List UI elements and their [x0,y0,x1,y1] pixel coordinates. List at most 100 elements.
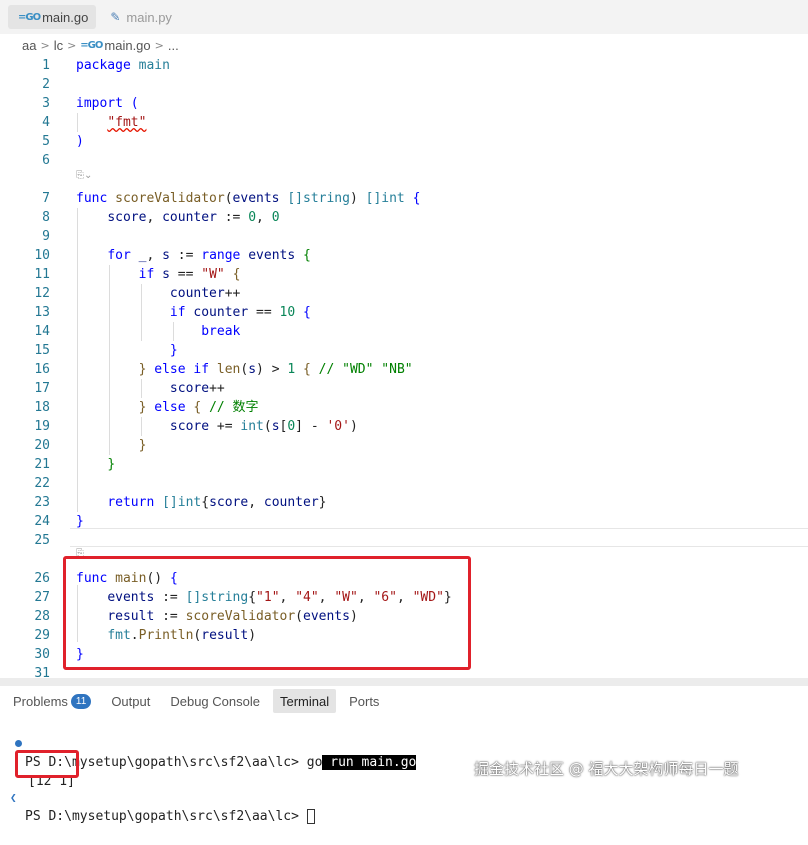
code-editor[interactable]: ⎘⌄ ⎘ 1 package main 2 3 import (4 "fmt" 5) 6 7 f… [0,56,808,681]
code-line[interactable]: 17 score++ [0,379,808,398]
code-text: } else { // 数字 [138,400,259,415]
code-text: events := []string{"1", "4", "W", "6", "… [107,590,452,605]
line-number: 6 [42,153,50,168]
code-line[interactable]: 11 if s == "W" { [0,265,808,284]
line-number: 28 [34,609,50,624]
breadcrumb-folder-lc[interactable]: lc [54,38,63,53]
code-text: fmt.Println(result) [107,628,257,643]
code-line[interactable]: 2 [0,75,808,94]
code-line[interactable]: 30} [0,645,808,664]
command-status-dot-icon[interactable] [15,740,22,747]
code-line[interactable]: 18 } else { // 数字 [0,398,808,417]
code-line[interactable]: 24} [0,512,808,531]
line-number: 15 [34,343,50,358]
line-number: 26 [34,571,50,586]
line-number: 3 [42,96,50,111]
breadcrumb-folder-aa[interactable]: aa [22,38,36,53]
tab-label: Output [111,693,151,709]
code-text: if s == "W" { [138,267,241,282]
tab-output[interactable]: Output [104,689,157,713]
code-text: ) [76,134,84,149]
code-text: result := scoreValidator(events) [107,609,358,624]
code-line[interactable]: 21 } [0,455,808,474]
code-line[interactable]: 23 return []int{score, counter} [0,493,808,512]
code-line[interactable]: 1 package main [0,56,808,75]
code-text: for _, s := range events { [107,248,311,263]
editor-tab-bar: =GO main.go ✎ main.py [0,0,808,34]
line-number: 17 [34,381,50,396]
code-text: func scoreValidator(events []string) []i… [76,191,421,206]
code-text: func main() { [76,571,178,586]
tab-main-py[interactable]: ✎ main.py [100,5,180,29]
code-text: } else if len(s) > 1 { // "WD" "NB" [138,362,413,377]
line-number: 23 [34,495,50,510]
code-line[interactable]: 28 result := scoreValidator(events) [0,607,808,626]
line-number: 22 [34,476,50,491]
code-line[interactable]: 26 func main() { [0,569,808,588]
code-line[interactable]: 29 fmt.Println(result) [0,626,808,645]
line-number: 18 [34,400,50,415]
code-line[interactable]: 3 import ( [0,94,808,113]
line-number: 21 [34,457,50,472]
code-text: score += int(s[0] - '0') [169,419,358,434]
code-line[interactable]: 6 [0,151,808,170]
line-number: 25 [34,533,50,548]
tab-problems[interactable]: Problems 11 [6,689,98,713]
line-number: 2 [42,77,50,92]
code-text: } [76,514,84,529]
code-text: import ( [76,96,139,111]
tab-label: Terminal [279,693,330,709]
code-line[interactable]: 19 score += int(s[0] - '0') [0,417,808,436]
code-line[interactable]: 4 "fmt" [0,113,808,132]
line-number: 14 [34,324,50,339]
code-text: } [169,343,178,358]
go-file-icon: =GO [80,39,103,51]
panel-divider[interactable] [0,678,808,686]
code-line[interactable]: 7 func scoreValidator(events []string) []… [0,189,808,208]
tab-label: Problems [13,693,68,709]
chevron-right-icon: > [67,38,77,52]
code-text: } [107,457,116,472]
watermark-text: 掘金技术社区 @ 福大大架构师每日一题 [474,760,739,778]
tab-ports[interactable]: Ports [342,689,386,713]
code-line[interactable]: 13 if counter == 10 { [0,303,808,322]
code-line[interactable]: 27 events := []string{"1", "4", "W", "6"… [0,588,808,607]
terminal-prompt: PS D:\mysetup\gopath\src\sf2\aa\lc> [25,809,307,824]
code-line[interactable]: 9 [0,227,808,246]
line-number: 16 [34,362,50,377]
code-line[interactable]: 22 [0,474,808,493]
tab-label: Debug Console [170,693,260,709]
python-file-icon: ✎ [110,10,121,24]
terminal-line: PS D:\mysetup\gopath\src\sf2\aa\lc> go r… [0,734,808,770]
chevron-right-icon: > [154,38,164,52]
terminal-cursor [306,809,315,824]
line-number: 12 [34,286,50,301]
code-line[interactable]: 16 } else if len(s) > 1 { // "WD" "NB" [0,360,808,379]
line-number: 30 [34,647,50,662]
code-line[interactable]: 12 counter++ [0,284,808,303]
line-number: 24 [34,514,50,529]
breadcrumb: aa > lc > =GO main.go > ... [0,34,808,56]
tab-main-go[interactable]: =GO main.go [8,5,97,29]
code-line[interactable]: 14 break [0,322,808,341]
code-line[interactable]: 15 } [0,341,808,360]
code-text: break [201,324,241,339]
line-number: 8 [42,210,50,225]
tab-debug-console[interactable]: Debug Console [163,689,267,713]
code-line[interactable]: 8 score, counter := 0, 0 [0,208,808,227]
code-line[interactable]: 10 for _, s := range events { [0,246,808,265]
tab-label: Ports [349,693,380,709]
annotation-highlight-box [15,750,79,778]
breadcrumb-more[interactable]: ... [168,38,179,53]
chevron-icon: ❮ [10,791,17,804]
code-line[interactable]: 5) [0,132,808,151]
tab-terminal[interactable]: Terminal [272,689,337,713]
line-number: 27 [34,590,50,605]
line-number: 10 [34,248,50,263]
code-text: counter++ [169,286,241,301]
breadcrumb-file[interactable]: main.go [104,38,150,53]
code-line[interactable]: 20 } [0,436,808,455]
code-line[interactable]: 25 [0,531,808,550]
code-text: score++ [169,381,225,396]
code-text: return []int{score, counter} [107,495,327,510]
